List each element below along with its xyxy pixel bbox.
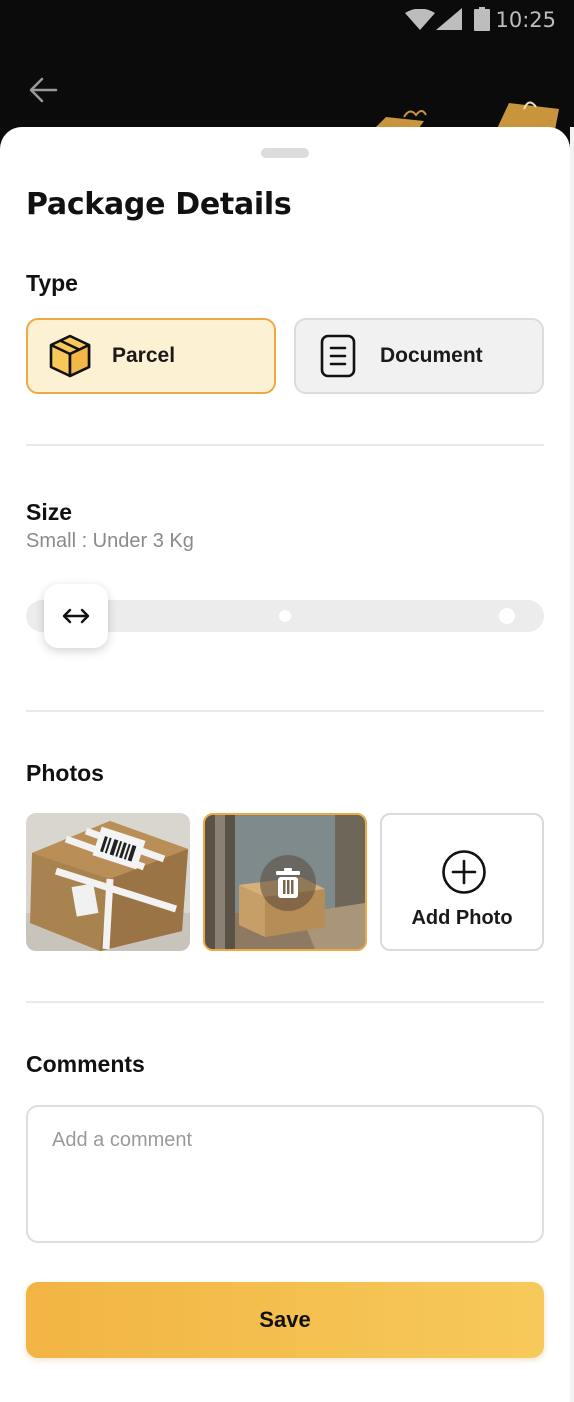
- size-value-text: Small : Under 3 Kg: [26, 530, 194, 552]
- signal-icon: [436, 8, 462, 30]
- page-title: Package Details: [26, 187, 292, 222]
- package-photo-2[interactable]: [203, 813, 367, 951]
- comment-input[interactable]: [26, 1105, 544, 1243]
- package-photo-image: [26, 813, 190, 951]
- package-photo-1[interactable]: [26, 813, 190, 951]
- wifi-icon: [405, 9, 435, 30]
- battery-icon: [474, 7, 490, 31]
- box-icon: [49, 334, 91, 378]
- slider-step-dot[interactable]: [499, 608, 515, 624]
- comments-section-label: Comments: [26, 1051, 145, 1077]
- horizontal-arrows-icon: [62, 608, 90, 624]
- add-photo-label: Add Photo: [411, 907, 513, 929]
- divider: [26, 1001, 544, 1003]
- package-details-sheet: Package Details Type Parcel Document Siz…: [0, 127, 570, 1402]
- type-option-parcel[interactable]: Parcel: [26, 318, 276, 394]
- type-section-label: Type: [26, 270, 78, 296]
- size-slider-thumb[interactable]: [44, 584, 108, 648]
- status-time: 10:25: [495, 8, 556, 32]
- status-bar: 10:25: [0, 0, 574, 40]
- type-option-label: Parcel: [112, 344, 176, 367]
- save-button[interactable]: Save: [26, 1282, 544, 1358]
- type-option-document[interactable]: Document: [294, 318, 544, 394]
- plus-circle-icon: [442, 850, 486, 894]
- size-section-label: Size: [26, 499, 73, 525]
- divider: [26, 710, 544, 712]
- right-edge-strip: [570, 127, 574, 1402]
- delete-photo-button[interactable]: [260, 855, 316, 911]
- slider-step-dot[interactable]: [279, 610, 291, 622]
- trash-icon: [276, 868, 300, 898]
- back-button[interactable]: [24, 70, 64, 110]
- photos-section-label: Photos: [26, 760, 104, 786]
- divider: [26, 444, 544, 446]
- type-option-label: Document: [380, 344, 483, 367]
- document-icon: [320, 334, 356, 378]
- arrow-left-icon: [29, 77, 58, 103]
- drag-handle[interactable]: [261, 148, 309, 158]
- add-photo-button[interactable]: Add Photo: [380, 813, 544, 951]
